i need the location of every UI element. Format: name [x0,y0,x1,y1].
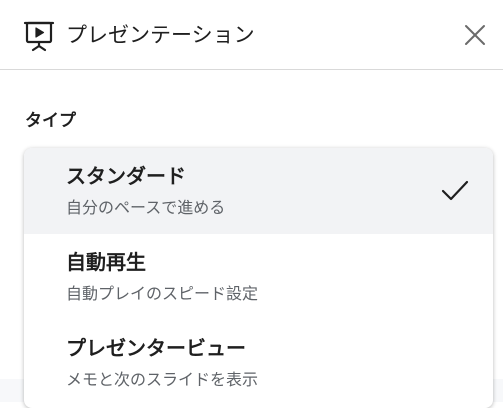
type-dropdown-menu: スタンダード 自分のペースで進める 自動再生 自動プレイのスピード設定 プレゼン… [24,148,493,408]
option-description: 自動プレイのスピード設定 [66,284,259,303]
option-standard[interactable]: スタンダード 自分のペースで進める [24,148,493,234]
checkmark-icon [440,178,470,204]
dialog-header: プレゼンテーション [0,0,503,70]
option-autoplay[interactable]: 自動再生 自動プレイのスピード設定 [24,234,493,320]
option-description: メモと次のスライドを表示 [66,370,259,389]
option-title: スタンダード [66,164,186,188]
close-icon [465,25,485,45]
type-section-label: タイプ [25,111,76,131]
option-title: プレゼンタービュー [66,336,246,360]
option-description: 自分のペースで進める [66,198,226,217]
presentation-dialog: プレゼンテーション タイプ スタンダード 自分のペースで進める 自動再生 自動プ… [0,0,503,408]
dialog-title: プレゼンテーション [66,23,255,47]
close-button[interactable] [458,18,492,52]
presentation-screen-icon [22,19,56,53]
option-presenter-view[interactable]: プレゼンタービュー メモと次のスライドを表示 [24,320,493,406]
option-title: 自動再生 [66,250,146,274]
